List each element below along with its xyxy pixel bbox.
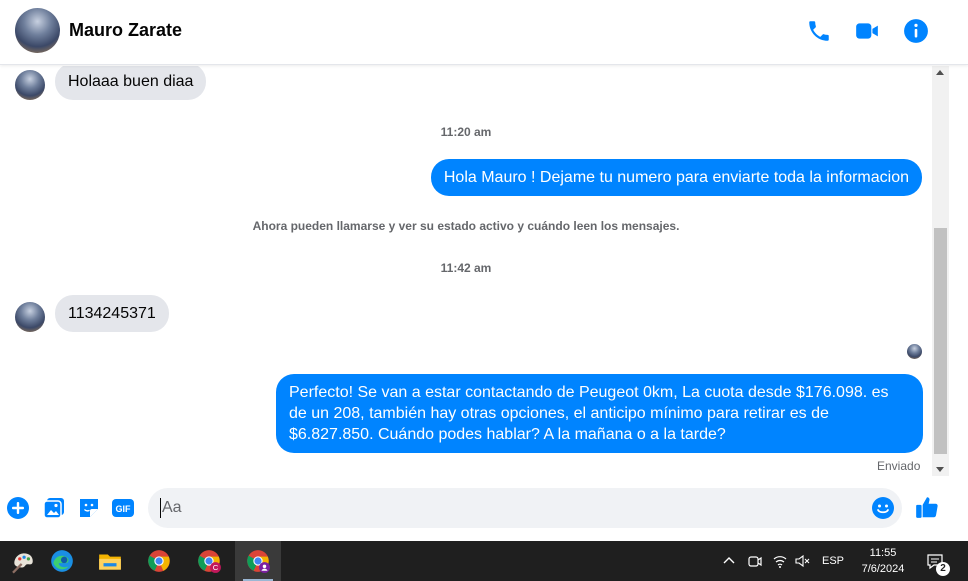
conversation-header: Mauro Zarate [0,0,968,65]
svg-text:GIF: GIF [116,504,132,514]
sender-avatar[interactable] [15,302,45,332]
thumbs-up-icon[interactable] [914,494,940,520]
notification-count-badge: 2 [936,562,950,576]
message-list[interactable]: Holaaa buen diaa 11:20 am Hola Mauro ! D… [0,66,932,476]
scroll-down-arrow[interactable] [936,467,944,472]
sticker-icon[interactable] [77,496,101,520]
svg-text:C: C [213,563,219,572]
tray-overflow-chevron-icon[interactable] [722,541,736,581]
message-bubble-incoming[interactable]: 1134245371 [55,295,169,332]
windows-taskbar: C ESP 11:55 7/6/2024 [0,541,968,581]
info-icon[interactable] [903,18,929,44]
clock-date: 7/6/2024 [861,563,905,575]
message-line: Perfecto! Se van a estar contactando de … [289,384,889,401]
message-line: $6.827.850. Cuándo podes hablar? A la ma… [289,426,726,443]
messenger-window: Mauro Zarate Holaaa buen diaa 11:20 am H… [0,0,968,581]
scroll-up-arrow[interactable] [936,70,944,75]
clock-time: 11:55 [869,547,897,559]
taskbar-clock[interactable]: 11:55 7/6/2024 [858,545,908,577]
scrollbar-thumb[interactable] [934,228,947,454]
text-caret [160,498,161,518]
language-indicator[interactable]: ESP [822,541,844,581]
contact-name[interactable]: Mauro Zarate [69,20,182,41]
video-icon[interactable] [854,18,880,44]
message-input-container[interactable] [148,488,902,528]
contact-avatar[interactable] [15,8,60,53]
edge-icon[interactable] [39,541,85,581]
seen-indicator-avatar [907,344,922,359]
chat-scrollbar[interactable] [932,66,949,476]
message-timestamp: 11:42 am [440,261,492,275]
photo-icon[interactable] [42,496,66,520]
chrome-profile-active-icon[interactable] [235,541,281,581]
message-line: de un 208, también hay otras opciones, e… [289,405,829,422]
chrome-profile-c-icon[interactable]: C [186,541,232,581]
chrome-icon[interactable] [136,541,182,581]
volume-muted-icon[interactable] [794,541,810,581]
message-bubble-outgoing[interactable]: Perfecto! Se van a estar contactando de … [276,374,923,453]
meet-now-icon[interactable] [747,541,763,581]
sender-avatar[interactable] [15,70,45,100]
file-explorer-icon[interactable] [87,541,133,581]
gif-icon[interactable]: GIF [111,496,135,520]
phone-icon[interactable] [806,18,832,44]
message-input[interactable] [162,498,862,518]
message-bubble-outgoing[interactable]: Hola Mauro ! Dejame tu numero para envia… [430,159,922,196]
emoji-icon[interactable] [871,496,895,520]
message-timestamp: 11:20 am [440,125,492,139]
system-notice: Ahora pueden llamarse y ver su estado ac… [252,219,680,233]
message-bubble-incoming[interactable]: Holaaa buen diaa [55,66,207,100]
plus-icon[interactable] [6,496,30,520]
delivery-status: Enviado [877,459,921,473]
wifi-icon[interactable] [772,541,788,581]
